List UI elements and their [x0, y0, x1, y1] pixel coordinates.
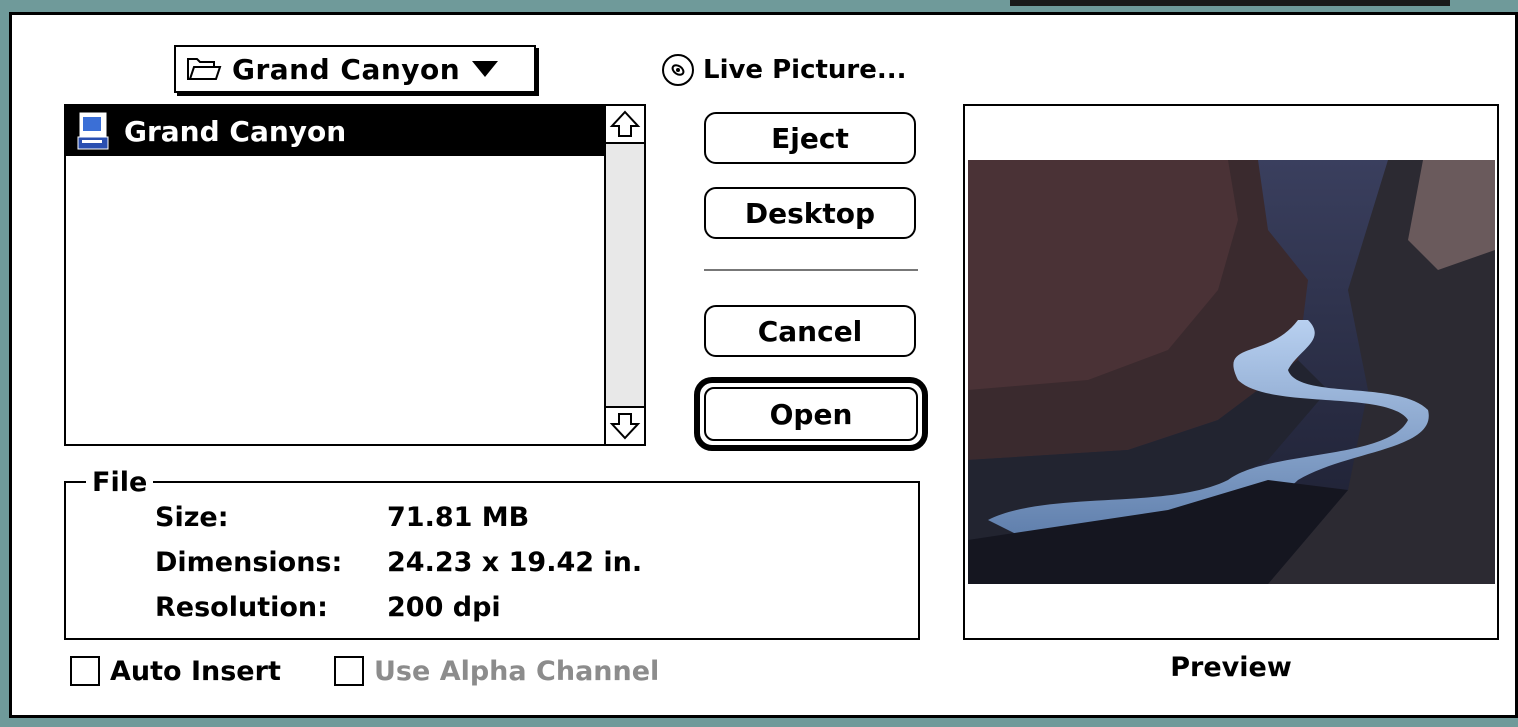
arrow-up-icon	[609, 110, 641, 137]
scroll-down-button[interactable]	[606, 406, 644, 444]
checkbox-box[interactable]	[70, 656, 100, 686]
desktop-button[interactable]: Desktop	[704, 187, 916, 239]
resolution-label: Resolution:	[155, 592, 328, 623]
resolution-row: Resolution: 200 dpi	[155, 590, 501, 626]
size-value: 71.81 MB	[387, 502, 530, 533]
folder-popup-menu[interactable]: Grand Canyon	[174, 45, 536, 93]
folder-popup-label: Grand Canyon	[232, 52, 461, 86]
auto-insert-label: Auto Insert	[110, 655, 281, 687]
eject-button[interactable]: Eject	[704, 112, 916, 164]
list-item[interactable]: Grand Canyon	[66, 106, 606, 156]
preview-image	[968, 160, 1495, 584]
disk-button-label: Live Picture...	[703, 55, 907, 85]
size-row: Size: 71.81 MB	[155, 500, 529, 536]
dimensions-row: Dimensions: 24.23 x 19.42 in.	[155, 545, 642, 581]
triangle-down-icon	[472, 61, 499, 77]
open-button[interactable]: Open	[694, 377, 928, 451]
folder-icon	[187, 58, 222, 80]
use-alpha-channel-checkbox: Use Alpha Channel	[334, 653, 659, 689]
list-item-label: Grand Canyon	[124, 114, 347, 148]
preview-caption: Preview	[1170, 652, 1292, 683]
open-button-label: Open	[704, 387, 918, 441]
live-picture-disk-button[interactable]: Live Picture...	[661, 52, 907, 88]
menu-bar-strip	[1010, 0, 1450, 6]
resolution-value: 200 dpi	[387, 592, 501, 623]
vertical-scrollbar[interactable]	[604, 106, 644, 444]
disk-icon	[662, 54, 694, 86]
document-icon	[77, 112, 109, 150]
dimensions-label: Dimensions:	[155, 547, 343, 578]
button-separator	[704, 269, 918, 271]
checkbox-box	[334, 656, 364, 686]
size-label: Size:	[155, 502, 229, 533]
arrow-down-icon	[609, 413, 641, 440]
auto-insert-checkbox[interactable]: Auto Insert	[70, 653, 281, 689]
scroll-up-button[interactable]	[606, 106, 644, 144]
cancel-button[interactable]: Cancel	[704, 305, 916, 357]
file-info-title: File	[86, 467, 154, 499]
dimensions-value: 24.23 x 19.42 in.	[387, 547, 643, 578]
file-list[interactable]: Grand Canyon	[64, 104, 646, 446]
use-alpha-channel-label: Use Alpha Channel	[374, 655, 660, 687]
